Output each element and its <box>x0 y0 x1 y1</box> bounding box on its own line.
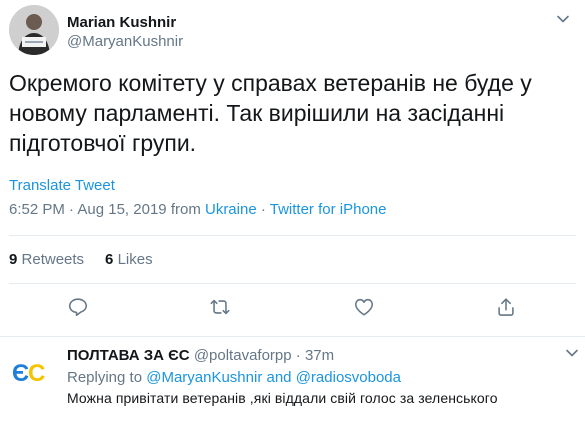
svg-text:С: С <box>28 360 45 387</box>
chevron-down-icon[interactable] <box>565 346 579 360</box>
tweet-time[interactable]: 6:52 PM <box>9 201 65 218</box>
divider <box>9 235 576 236</box>
and-label: and <box>266 369 292 386</box>
reply-avatar[interactable]: Є С <box>10 352 50 392</box>
handle[interactable]: @MaryanKushnir <box>67 33 183 50</box>
likes-label: Likes <box>117 251 153 268</box>
retweets-stat[interactable]: 9 Retweets <box>9 251 84 268</box>
tweet-text: Окремого комітету у справах ветеранів не… <box>9 70 532 156</box>
reply-display-name[interactable]: ПОЛТАВА ЗА ЄС <box>67 347 190 364</box>
retweet-icon[interactable] <box>209 296 231 318</box>
reply-text: Можна привітати ветеранів ,які віддали с… <box>67 390 498 406</box>
share-icon[interactable] <box>495 296 517 318</box>
tweet-metadata: 6:52 PM · Aug 15, 2019 from Ukraine · Tw… <box>9 201 386 218</box>
likes-count: 6 <box>105 251 114 268</box>
mention-link[interactable]: @radiosvoboda <box>296 369 401 386</box>
likes-stat[interactable]: 6 Likes <box>105 251 153 268</box>
replying-to: Replying to @MaryanKushnir and @radiosvo… <box>67 369 401 386</box>
replying-prefix: Replying to <box>67 369 143 386</box>
svg-text:Є: Є <box>12 360 29 387</box>
source-link[interactable]: Twitter for iPhone <box>270 201 387 218</box>
tweet-date[interactable]: Aug 15, 2019 <box>77 201 166 218</box>
reply-handle[interactable]: @poltavaforpp <box>194 347 292 364</box>
retweets-label: Retweets <box>21 251 85 268</box>
separator-dot: · <box>260 201 266 218</box>
engagement-stats: 9 Retweets 6 Likes <box>9 251 153 268</box>
action-bar <box>0 296 585 320</box>
reply-header: ПОЛТАВА ЗА ЄС @poltavaforpp · 37m <box>67 347 334 364</box>
translate-tweet-link[interactable]: Translate Tweet <box>9 177 115 194</box>
location-link[interactable]: Ukraine <box>205 201 257 218</box>
display-name[interactable]: Marian Kushnir <box>67 14 176 31</box>
eurosolidarity-logo: Є С <box>12 360 48 387</box>
separator-dot: · <box>295 347 301 364</box>
reply-tweet[interactable]: Є С ПОЛТАВА ЗА ЄС @poltavaforpp · 37m Re… <box>0 337 585 423</box>
retweets-count: 9 <box>9 251 18 268</box>
reply-time[interactable]: 37m <box>305 347 334 364</box>
reply-icon[interactable] <box>67 296 89 318</box>
heart-icon[interactable] <box>353 296 375 318</box>
chevron-down-icon[interactable] <box>556 12 570 26</box>
mention-link[interactable]: @MaryanKushnir <box>146 369 262 386</box>
separator-dot: · <box>69 201 75 218</box>
avatar-photo <box>9 5 59 55</box>
divider <box>9 283 576 284</box>
from-label: from <box>170 201 201 218</box>
avatar[interactable] <box>9 5 59 55</box>
